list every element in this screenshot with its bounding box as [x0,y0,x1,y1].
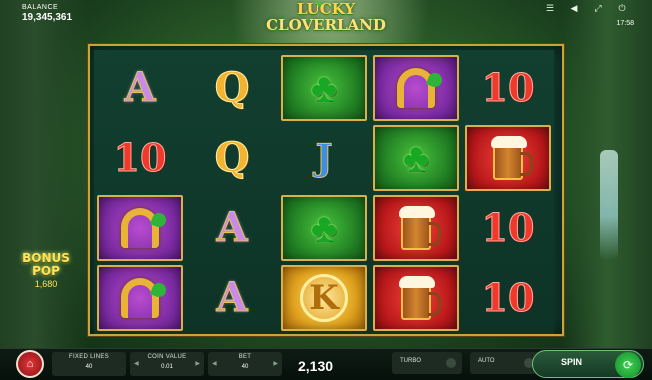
coin-value-value: 0.01 [161,364,173,370]
letter-q: Q [214,134,250,181]
letter-k: K [300,274,348,322]
top-icons: ☰ ◀ ⤢ ⏻ [544,3,628,14]
horseshoe-icon [397,68,435,108]
beer-mug-icon [399,276,441,320]
fixed-lines-field: FIXED LINES 40 [52,352,126,376]
home-icon: ⌂ [26,358,34,370]
letter-q: Q [214,64,250,111]
clock: 17:58 [616,20,634,27]
letter-10: 10 [481,205,535,250]
horseshoe-icon [121,208,159,248]
fullscreen-icon[interactable]: ⤢ [592,3,604,14]
beer-card [465,125,551,191]
reels-frame: A 10 Q Q A A ♣ J ♣ K ♣ 10 10 10 [88,44,564,336]
reel-1-row-2-symbol: 10 [96,124,184,192]
letter-j: J [315,137,333,179]
beer-mug-icon [399,206,441,250]
reel-1-row-3-symbol [96,194,184,262]
clover-card: ♣ [281,55,367,121]
clover-icon: ♣ [310,205,338,250]
power-icon[interactable]: ⏻ [616,3,628,14]
reel-4-row-4-symbol [372,264,460,332]
coin-value-label: COIN VALUE [147,354,187,360]
letter-a: A [124,64,156,111]
clover-card: ♣ [373,125,459,191]
horseshoe-icon [121,278,159,318]
fixed-lines-value: 40 [85,364,93,370]
reel-1: A 10 [94,50,186,334]
reel-2-row-3-symbol: A [188,194,276,262]
beer-card [373,265,459,331]
coin-value-field: ◀ COIN VALUE 0.01 ▶ [130,352,204,376]
reel-2: QQAA [186,50,278,334]
background-waterfall [600,150,618,260]
clover-icon: ♣ [402,135,430,180]
reel-5-row-3-symbol: 10 [464,194,552,262]
turbo-label: TURBO [400,358,421,364]
reel-5-row-2-symbol [464,124,552,192]
reel-4: ♣ [370,50,462,334]
bet-value: 40 [241,364,249,370]
reel-5: 10 10 10 [462,50,554,334]
sound-icon[interactable]: ◀ [568,3,580,14]
fixed-lines-label: FIXED LINES [69,354,109,360]
balance-label: BALANCE [22,4,59,11]
balance-value: 19,345,361 [22,12,73,23]
shoe-card [373,55,459,121]
letter-a: A [216,274,248,321]
reel-2-row-1-symbol: Q [188,54,276,122]
reel-2-row-2-symbol: Q [188,124,276,192]
letter-10: 10 [113,135,167,180]
reel-3-row-2-symbol: J [280,124,368,192]
reel-5-row-4-symbol: 10 [464,264,552,332]
reel-3-row-1-symbol: ♣ [280,54,368,122]
reel-3-row-3-symbol: ♣ [280,194,368,262]
reel-3: ♣ J ♣ K [278,50,370,334]
reel-4-row-2-symbol: ♣ [372,124,460,192]
clover-card: ♣ [281,195,367,261]
logo-bottom-text: CLOVERLAND [266,16,386,34]
reel-3-row-4-symbol: K [280,264,368,332]
background-tree-left [0,0,90,380]
menu-icon[interactable]: ☰ [544,3,556,14]
turbo-toggle-dot [446,358,456,368]
logo-top-text: LUCKY [296,0,356,18]
bonus-pop: BONUS POP 1,680 [14,252,78,290]
home-button[interactable]: ⌂ [16,350,44,378]
auto-toggle[interactable]: AUTO [470,352,540,374]
spin-button[interactable]: SPIN ⟳ [532,350,644,378]
auto-label: AUTO [478,358,495,364]
bonus-value: 1,680 [34,279,58,289]
bet-label: BET [238,354,252,360]
shoe-card [97,195,183,261]
clover-icon: ♣ [310,65,338,110]
reel-1-row-1-symbol: A [96,54,184,122]
turbo-toggle[interactable]: TURBO [392,352,462,374]
logo-clover-icon: ♣ [316,0,322,8]
shoe-card [97,265,183,331]
reel-5-row-1-symbol: 10 [464,54,552,122]
k-card: K [281,265,367,331]
letter-10: 10 [481,275,535,320]
letter-10: 10 [481,65,535,110]
reel-4-row-1-symbol [372,54,460,122]
spin-label: SPIN [561,357,583,367]
reel-2-row-4-symbol: A [188,264,276,332]
bonus-title-line2: POP [32,264,60,278]
reel-4-row-3-symbol [372,194,460,262]
game-logo: ♣ LUCKY CLOVERLAND [252,0,400,38]
beer-mug-icon [491,136,533,180]
beer-card [373,195,459,261]
bet-increase-icon[interactable]: ▶ [273,360,278,367]
reel-1-row-4-symbol [96,264,184,332]
spin-icon: ⟳ [615,352,641,378]
letter-a: A [216,204,248,251]
bet-field: ◀ BET 40 ▶ [208,352,282,376]
coin-increase-icon[interactable]: ▶ [195,360,200,367]
win-amount: 2,130 [298,358,334,374]
